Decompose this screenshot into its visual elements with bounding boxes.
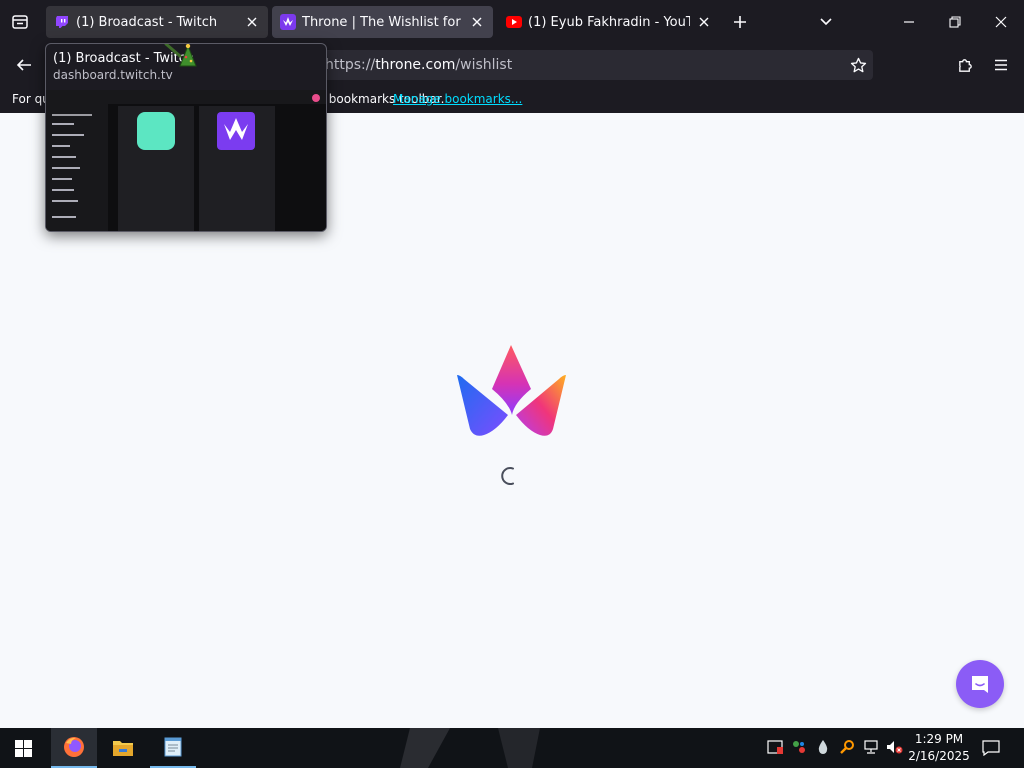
loading-spinner-icon [501, 467, 514, 485]
close-icon [247, 17, 257, 27]
menu-button[interactable] [988, 52, 1014, 78]
twitch-icon [54, 14, 70, 30]
plus-icon [734, 16, 746, 28]
back-button[interactable] [10, 51, 38, 79]
url-path: /wishlist [455, 57, 513, 73]
new-tab-button[interactable] [728, 10, 752, 34]
tab-preview-url: dashboard.twitch.tv [53, 68, 173, 82]
chevron-down-icon [820, 18, 832, 26]
throne-icon [280, 14, 296, 30]
tab-youtube[interactable]: (1) Eyub Fakhradin - YouTube [498, 6, 720, 38]
youtube-icon [506, 14, 522, 30]
system-clock[interactable]: 1:29 PM 2/16/2025 [906, 731, 972, 765]
tab-bar: (1) Broadcast - Twitch Throne | The Wish… [0, 0, 1024, 44]
action-center-button[interactable] [982, 739, 1000, 757]
restore-button[interactable] [942, 10, 968, 34]
url-domain: throne.com [375, 57, 456, 73]
throne-logo [457, 345, 566, 436]
tab-preview-popup: (1) Broadcast - Twitch dashboard.twitch.… [45, 43, 327, 232]
minimize-button[interactable] [896, 10, 922, 34]
list-all-tabs-button[interactable] [814, 10, 838, 34]
manage-bookmarks-link[interactable]: Manage bookmarks... [393, 92, 522, 106]
tab-title: (1) Broadcast - Twitch [76, 14, 218, 30]
minimize-icon [904, 21, 914, 23]
network-icon[interactable] [862, 738, 880, 756]
tab-close-button[interactable] [696, 14, 712, 30]
tab-close-button[interactable] [244, 14, 260, 30]
clock-date: 2/16/2025 [908, 749, 970, 763]
volume-muted-icon[interactable] [886, 738, 904, 756]
close-window-button[interactable] [988, 10, 1014, 34]
notepad-icon [164, 737, 182, 757]
cursor-pointer-icon [164, 44, 197, 67]
restore-icon [949, 16, 961, 28]
file-explorer-icon [113, 741, 133, 756]
wallpaper-glimpse [400, 728, 540, 768]
start-button[interactable] [0, 728, 46, 768]
notification-icon [982, 740, 1000, 756]
close-icon [699, 17, 709, 27]
tray-app-icon[interactable] [766, 738, 784, 756]
firefox-view-icon [12, 15, 28, 29]
chat-launcher-button[interactable] [956, 660, 1004, 708]
tab-throne[interactable]: Throne | The Wishlist for Creators [272, 6, 493, 38]
taskbar-app-file-explorer[interactable] [100, 728, 146, 768]
tray-drop-icon[interactable] [814, 738, 832, 756]
tab-preview-thumbnail [46, 90, 326, 231]
tray-search-app-icon[interactable] [838, 738, 856, 756]
close-icon [995, 16, 1007, 28]
url-prefix: https:// [325, 57, 376, 73]
windows-icon [14, 739, 32, 757]
tab-twitch[interactable]: (1) Broadcast - Twitch [46, 6, 268, 38]
extensions-button[interactable] [952, 52, 978, 78]
star-icon [850, 57, 866, 72]
taskbar: 1:29 PM 2/16/2025 [0, 728, 1024, 768]
tab-close-button[interactable] [469, 14, 485, 30]
firefox-icon [64, 737, 84, 757]
firefox-view-button[interactable] [8, 10, 32, 34]
url-text[interactable]: https://throne.com/wishlist [325, 57, 512, 73]
hamburger-icon [995, 59, 1007, 71]
puzzle-icon [958, 58, 972, 72]
clock-time: 1:29 PM [914, 732, 964, 746]
tab-title: Throne | The Wishlist for Creators [302, 14, 463, 30]
twitch-dashboard-thumbnail [46, 90, 326, 231]
back-arrow-icon [16, 59, 31, 71]
taskbar-app-firefox[interactable] [51, 728, 97, 768]
tray-network-app-icon[interactable] [790, 738, 808, 756]
bookmark-star-button[interactable] [847, 54, 869, 76]
tab-title: (1) Eyub Fakhradin - YouTube [528, 14, 690, 30]
chat-icon [972, 676, 988, 693]
close-icon [472, 17, 482, 27]
taskbar-app-notepad[interactable] [150, 728, 196, 768]
